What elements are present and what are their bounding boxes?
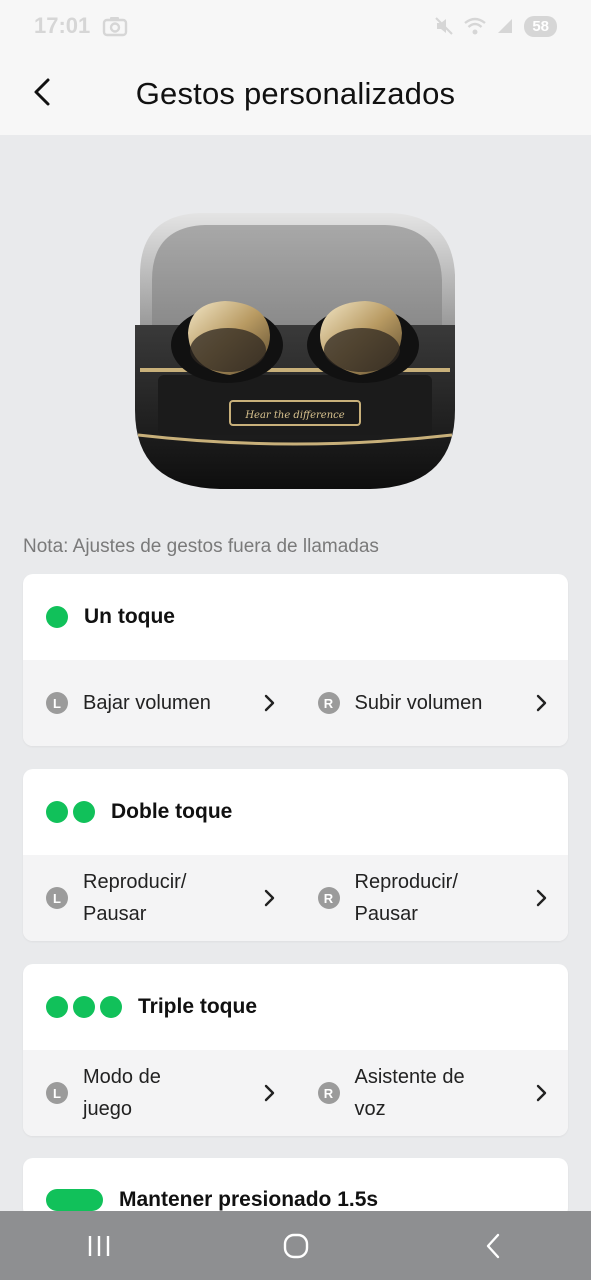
back-button[interactable] [22,70,62,114]
gesture-card-double-tap: Doble toque L Reproducir/ Pausar R Repro… [23,769,568,941]
chevron-right-icon [536,694,547,712]
status-right: 58 [434,15,557,37]
tap-dot [100,996,122,1018]
back-arrow-icon [486,1233,499,1258]
header: Gestos personalizados [0,52,591,135]
press-indicator [46,1189,103,1211]
tap-indicator [46,996,122,1018]
tap-dot [73,996,95,1018]
chevron-right-icon [264,1084,274,1102]
card-header: Mantener presionado 1.5s [23,1158,568,1218]
left-badge: L [46,887,68,909]
right-action-selector[interactable]: R Subir volumen [296,660,569,746]
tap-dot [46,801,68,823]
mute-icon [435,17,454,35]
recent-apps-button[interactable] [69,1221,129,1271]
card-header: Doble toque [23,769,568,855]
right-badge: R [317,1082,340,1104]
card-actions: L Bajar volumen R Subir volumen [23,660,568,746]
tap-indicator [46,801,95,823]
left-badge: L [46,1082,68,1104]
card-title: Un toque [84,605,175,628]
tap-dot [46,606,68,628]
right-badge: R [317,692,340,714]
press-pill [46,1189,103,1211]
left-action-label: Reproducir/ Pausar [83,871,187,925]
left-badge: L [46,692,68,714]
card-title: Triple toque [138,995,258,1018]
page-title: Gestos personalizados [135,75,456,111]
right-action-selector[interactable]: R Asistente de voz [296,1050,569,1136]
right-action-label: Asistente de voz [354,1066,465,1120]
camera-icon [103,17,128,37]
right-action-label: Reproducir/ Pausar [354,871,458,925]
card-actions: L Reproducir/ Pausar R Reproducir/ Pausa… [23,855,568,941]
battery-indicator: 58 [524,15,557,37]
left-action-selector[interactable]: L Bajar volumen [23,660,296,746]
earbuds-case-image: Hear the difference [135,213,455,489]
left-action-selector[interactable]: L Reproducir/ Pausar [23,855,296,941]
chevron-right-icon [264,694,274,712]
system-nav-bar [0,1211,591,1280]
recent-apps-icon [88,1235,109,1256]
left-action-selector[interactable]: L Modo de juego [23,1050,296,1136]
home-icon [283,1233,308,1258]
left-action-label: Bajar volumen [83,692,211,714]
right-badge: R [317,887,340,909]
signal-icon [498,19,513,33]
home-button[interactable] [266,1221,326,1271]
gestures-note: Nota: Ajustes de gestos fuera de llamada… [23,536,379,557]
status-time: 17:01 [34,13,91,38]
gesture-card-long-press: Mantener presionado 1.5s [23,1158,568,1218]
wifi-icon [464,17,487,35]
tap-indicator [46,606,68,628]
card-header: Triple toque [23,964,568,1050]
tap-dot [46,996,68,1018]
right-action-selector[interactable]: R Reproducir/ Pausar [296,855,569,941]
chevron-right-icon [536,889,547,907]
card-actions: L Modo de juego R Asistente de voz [23,1050,568,1136]
chevron-left-icon [34,78,50,106]
chevron-right-icon [264,889,274,907]
gesture-card-triple-tap: Triple toque L Modo de juego R Asistente… [23,964,568,1136]
status-bar: 17:01 58 [0,0,591,52]
system-back-button[interactable] [463,1221,523,1271]
card-title: Doble toque [111,800,233,823]
status-left: 17:01 [34,13,128,39]
plate-text: Hear the difference [244,410,344,421]
chevron-right-icon [536,1084,547,1102]
gesture-card-single-tap: Un toque L Bajar volumen R Subir volumen [23,574,568,746]
right-action-label: Subir volumen [354,692,483,714]
tap-dot [73,801,95,823]
left-action-label: Modo de juego [83,1066,161,1120]
card-title: Mantener presionado 1.5s [119,1188,379,1211]
card-header: Un toque [23,574,568,660]
